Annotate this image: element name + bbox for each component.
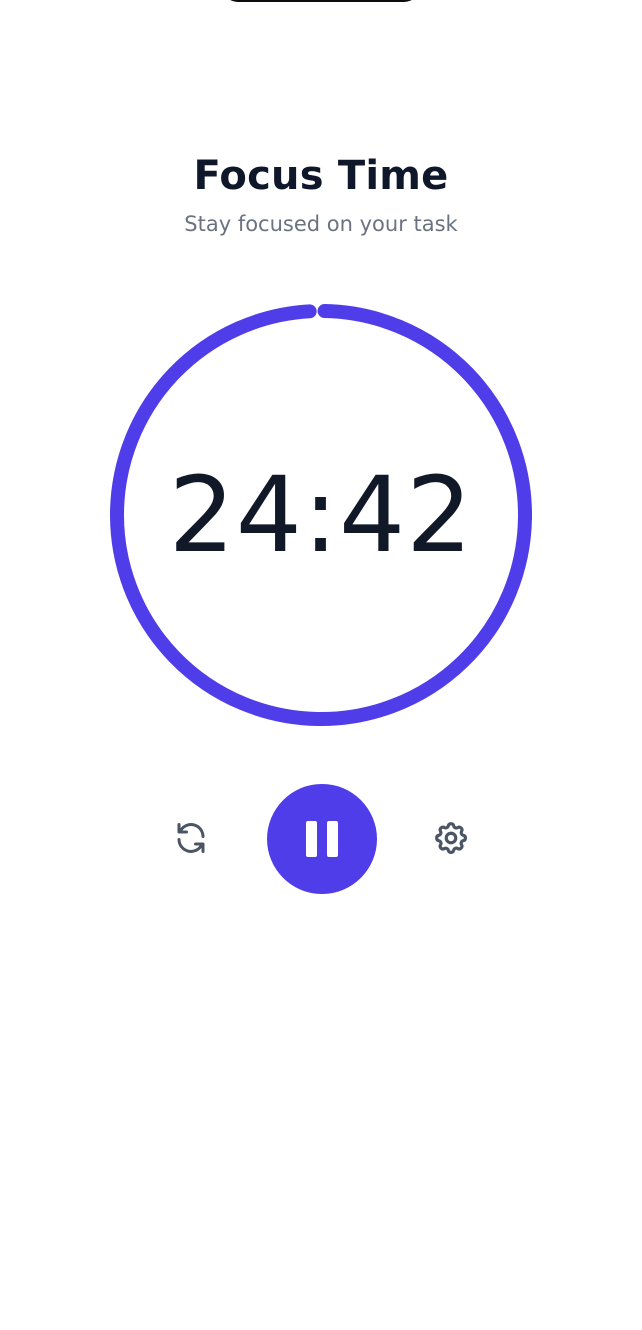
refresh-icon — [173, 820, 209, 859]
gear-icon — [432, 819, 470, 860]
header: Focus Time Stay focused on your task — [0, 148, 642, 242]
pause-button[interactable] — [267, 784, 377, 894]
device-notch — [222, 0, 420, 2]
timer-controls — [0, 784, 642, 894]
page-title: Focus Time — [193, 153, 449, 199]
pause-icon — [301, 821, 343, 857]
reset-button[interactable] — [169, 817, 213, 861]
time-remaining: 24:42 — [168, 454, 474, 576]
settings-button[interactable] — [429, 817, 473, 861]
page-subtitle: Stay focused on your task — [184, 212, 458, 236]
timer-ring: 24:42 — [110, 304, 532, 726]
